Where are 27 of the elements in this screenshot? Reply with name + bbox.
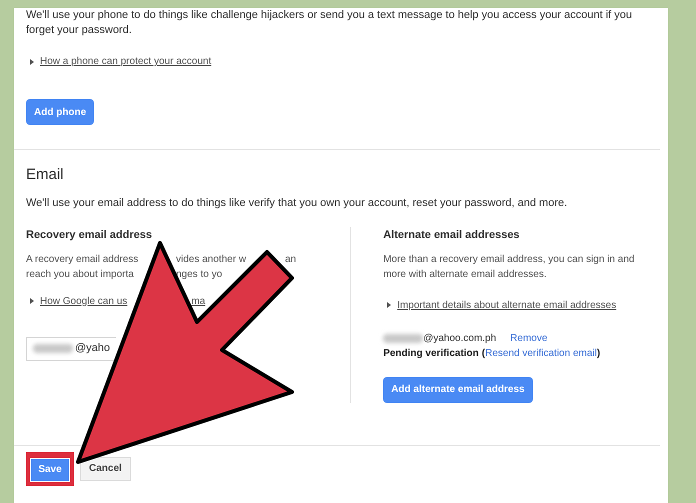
- column-heading: Recovery email address: [26, 228, 153, 243]
- description-text: vides another w: [176, 254, 246, 264]
- help-link[interactable]: Important details about alternate email addresses: [397, 298, 616, 312]
- email-address: @yahoo.com.ph: [423, 332, 496, 346]
- cancel-button[interactable]: Cancel: [80, 456, 131, 481]
- alternate-description: More than a recovery email address, you can sign in and more with alternate email addresses.: [383, 252, 636, 282]
- remove-link[interactable]: Remove: [510, 330, 548, 346]
- resend-link[interactable]: Resend verification email: [485, 346, 597, 360]
- description-text: reach you about importa: [26, 268, 134, 280]
- description-text: nges to yo: [176, 268, 222, 280]
- email-description: We'll use your email address to do things like verify that you own your account, reset your password, and more.: [26, 196, 568, 210]
- description-text: an: [285, 254, 296, 264]
- caret-icon: [30, 298, 34, 304]
- redacted-text: [33, 344, 73, 353]
- help-link[interactable]: How Google can us: [40, 294, 128, 308]
- help-link[interactable]: How a phone can protect your account: [40, 54, 212, 69]
- phone-description: We'll use your phone to do things like challenge hijackers or send you a text message to help you access your account if you forget your password.: [26, 8, 634, 38]
- help-link[interactable]: ma: [191, 294, 206, 308]
- section-heading: Email: [26, 165, 65, 185]
- parenthesis: ): [596, 346, 600, 360]
- pending-label: Pending verification: [383, 346, 479, 360]
- recovery-email-field[interactable]: @yaho: [26, 336, 116, 360]
- description-text: A recovery email address: [26, 254, 138, 264]
- caret-icon: [30, 58, 34, 64]
- column-heading: Alternate email addresses: [383, 228, 521, 243]
- caret-icon: [387, 302, 392, 308]
- parenthesis: (: [482, 346, 486, 360]
